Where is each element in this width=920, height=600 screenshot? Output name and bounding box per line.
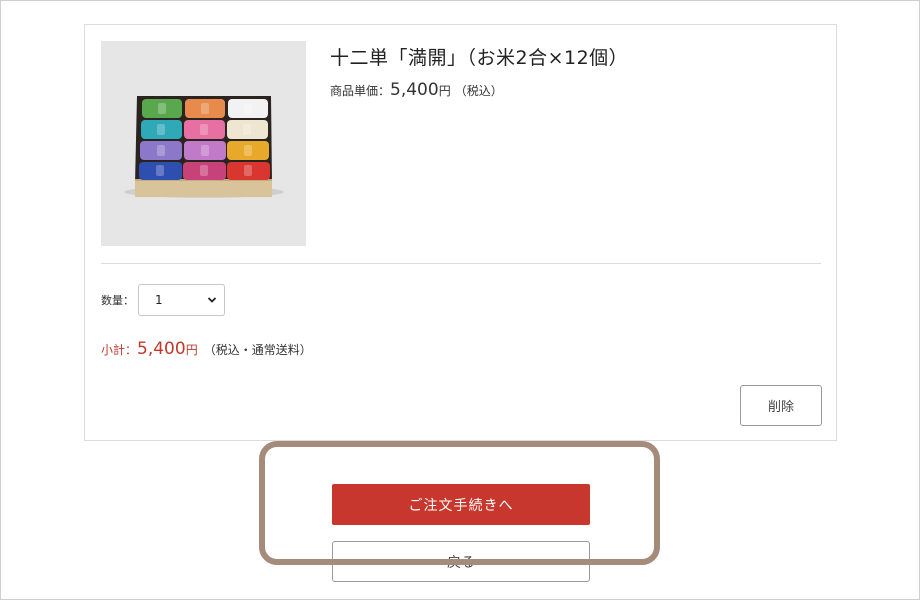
unit-price-tax-note: （税込）	[454, 84, 503, 98]
subtotal-label: 小計：	[101, 343, 138, 357]
subtotal-value: 5,400	[137, 339, 186, 359]
quantity-label: 数量：	[101, 294, 134, 307]
quantity-select[interactable]: 1	[138, 284, 225, 316]
product-image[interactable]	[101, 41, 306, 246]
unit-price-label: 商品単価：	[330, 84, 391, 98]
divider	[101, 263, 821, 264]
quantity-selected-value: 1	[155, 293, 163, 307]
product-name[interactable]: 十二単「満開」（お米2合×12個）	[330, 43, 628, 70]
unit-price-value: 5,400	[390, 80, 439, 100]
unit-price: 商品単価：5,400円 （税込）	[330, 80, 503, 100]
unit-price-currency: 円	[438, 84, 451, 98]
delete-button[interactable]: 削除	[740, 385, 822, 426]
checkout-button[interactable]: ご注文手続きへ	[332, 484, 590, 525]
subtotal-currency: 円	[185, 343, 198, 357]
chevron-down-icon	[207, 297, 217, 303]
back-button[interactable]: 戻る	[332, 541, 590, 582]
cart-item-card: 十二単「満開」（お米2合×12個） 商品単価：5,400円 （税込） 数量： 1 …	[84, 24, 837, 441]
rice-gift-box-illustration	[124, 96, 284, 198]
subtotal-note: （税込・通常送料）	[203, 343, 312, 357]
subtotal: 小計：5,400円 （税込・通常送料）	[101, 339, 312, 359]
